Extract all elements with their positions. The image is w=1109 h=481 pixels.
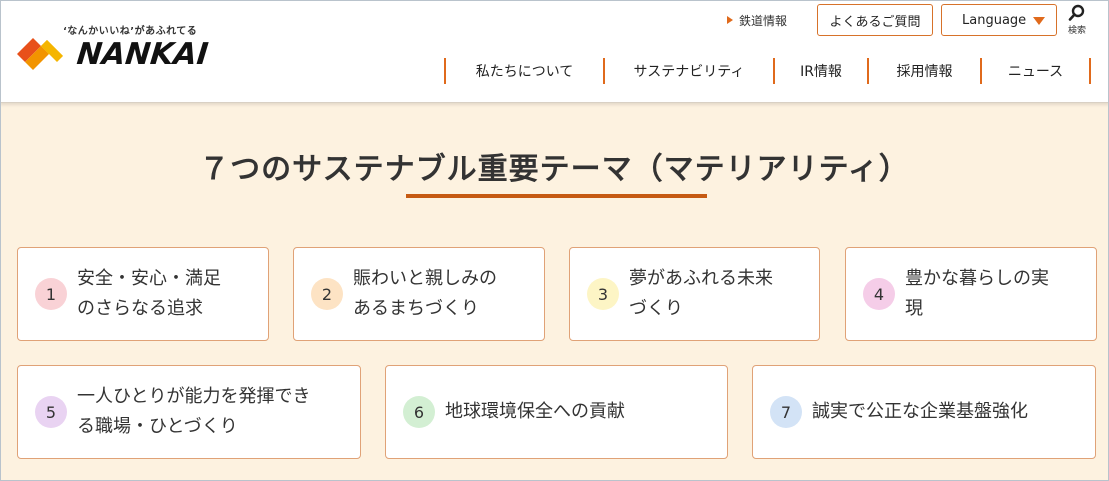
theme-line: 夢があふれる未来 (629, 268, 773, 289)
theme-card-6[interactable]: 6 地球環境保全への貢献 (385, 365, 728, 459)
search-label: 検索 (1067, 26, 1086, 36)
theme-number-badge: 4 (863, 278, 895, 310)
caret-down-icon (1033, 17, 1045, 25)
theme-line: 現 (905, 298, 923, 319)
site-header: ‘なんかいいね’があふれてる NANKAI 鉄道情報 よくあるご質問 Langu… (0, 0, 1109, 103)
theme-line: 賑わいと親しみの (353, 268, 497, 289)
nav-item-recruit[interactable]: 採用情報 (867, 58, 980, 84)
theme-line: る職場・ひとづくり (77, 416, 238, 437)
theme-text: 地球環境保全への貢献 (445, 397, 625, 427)
theme-text: 安全・安心・満足 のさらなる追求 (77, 264, 221, 324)
theme-text: 一人ひとりが能力を発揮でき る職場・ひとづくり (77, 382, 310, 442)
railway-info-link[interactable]: 鉄道情報 (727, 11, 787, 29)
nankai-logo-link[interactable]: ‘なんかいいね’があふれてる NANKAI (17, 22, 217, 74)
triangle-right-icon (727, 16, 733, 24)
search-button[interactable]: 検索 (1062, 4, 1092, 38)
theme-number-badge: 6 (403, 396, 435, 428)
theme-card-3[interactable]: 3 夢があふれる未来 づくり (569, 247, 820, 341)
theme-card-4[interactable]: 4 豊かな暮らしの実 現 (845, 247, 1097, 341)
railway-info-label: 鉄道情報 (739, 13, 788, 28)
nankai-diamond-logo-icon (17, 38, 63, 70)
theme-number-badge: 5 (35, 396, 67, 428)
global-nav: 私たちについて サステナビリティ IR情報 採用情報 ニュース (444, 58, 1091, 84)
faq-label: よくあるご質問 (829, 14, 921, 30)
magnifier-icon (1068, 4, 1085, 21)
nav-item-news[interactable]: ニュース (980, 58, 1091, 84)
logo-tagline: ‘なんかいいね’があふれてる (63, 26, 198, 37)
theme-number-badge: 3 (587, 278, 619, 310)
theme-text: 誠実で公正な企業基盤強化 (812, 397, 1028, 427)
title-underline (406, 194, 707, 198)
theme-text: 賑わいと親しみの あるまちづくり (353, 264, 497, 324)
theme-line: 安全・安心・満足 (77, 268, 221, 289)
theme-number-badge: 2 (311, 278, 343, 310)
faq-button[interactable]: よくあるご質問 (817, 4, 933, 36)
nav-item-sustainability[interactable]: サステナビリティ (603, 58, 773, 84)
theme-number-badge: 1 (35, 278, 67, 310)
nankai-wordmark: NANKAI (75, 37, 210, 72)
theme-line: あるまちづくり (353, 298, 479, 319)
theme-line: づくり (629, 298, 683, 319)
theme-card-2[interactable]: 2 賑わいと親しみの あるまちづくり (293, 247, 545, 341)
theme-card-5[interactable]: 5 一人ひとりが能力を発揮でき る職場・ひとづくり (17, 365, 361, 459)
theme-line: 誠実で公正な企業基盤強化 (812, 401, 1028, 422)
theme-line: 地球環境保全への貢献 (445, 401, 625, 422)
theme-card-7[interactable]: 7 誠実で公正な企業基盤強化 (752, 365, 1096, 459)
language-label: Language (962, 12, 1027, 28)
theme-text: 夢があふれる未来 づくり (629, 264, 773, 324)
theme-line: 豊かな暮らしの実 (905, 268, 1049, 289)
theme-line: 一人ひとりが能力を発揮でき (77, 386, 311, 407)
nav-item-ir[interactable]: IR情報 (773, 58, 867, 84)
theme-number-badge: 7 (770, 396, 802, 428)
theme-card-1[interactable]: 1 安全・安心・満足 のさらなる追求 (17, 247, 269, 341)
nav-item-about[interactable]: 私たちについて (444, 58, 603, 84)
page-title: ７つのサステナブル重要テーマ（マテリアリティ） (199, 152, 910, 187)
theme-text: 豊かな暮らしの実 現 (905, 264, 1049, 324)
theme-line: のさらなる追求 (77, 298, 203, 319)
language-select[interactable]: Language (941, 4, 1057, 36)
